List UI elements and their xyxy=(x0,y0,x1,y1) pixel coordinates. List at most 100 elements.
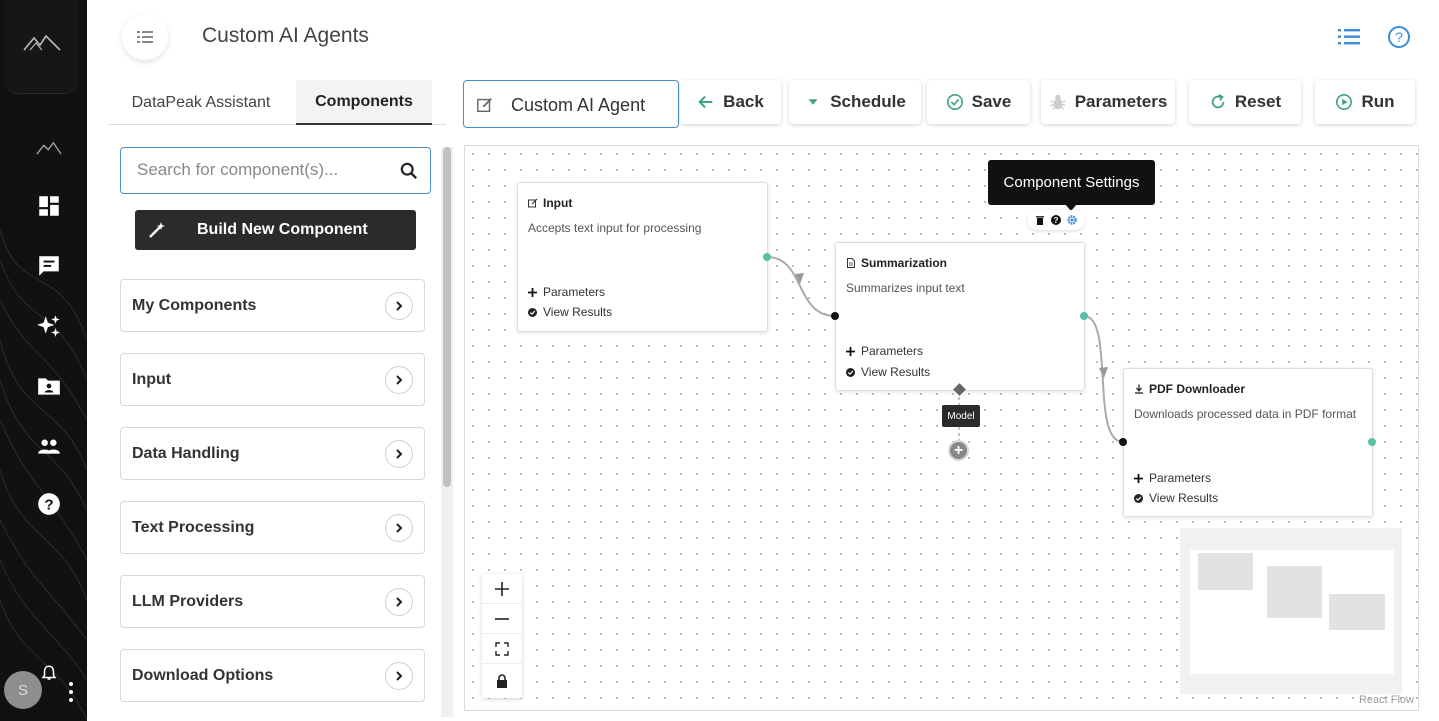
react-flow-attribution[interactable]: React Flow xyxy=(1359,694,1414,706)
lock-button[interactable] xyxy=(482,666,522,696)
category-text-processing[interactable]: Text Processing xyxy=(120,501,425,554)
trash-icon[interactable] xyxy=(1035,215,1045,225)
chevron-right-icon[interactable] xyxy=(385,588,413,616)
node-view-results-link[interactable]: View Results xyxy=(528,305,612,319)
category-label: Text Processing xyxy=(132,519,255,536)
node-description: Summarizes input text xyxy=(846,281,965,295)
help-icon[interactable]: ? xyxy=(1051,215,1061,225)
node-parameters-link[interactable]: Parameters xyxy=(528,285,605,299)
category-data-handling[interactable]: Data Handling xyxy=(120,427,425,480)
zoom-in-button[interactable] xyxy=(482,574,522,604)
mountain-icon[interactable] xyxy=(26,130,72,166)
agent-name-field[interactable]: Custom AI Agent xyxy=(463,80,679,128)
parameters-label: Parameters xyxy=(861,344,924,358)
category-label: Download Options xyxy=(132,667,274,684)
category-input[interactable]: Input xyxy=(120,353,425,406)
node-input[interactable]: Input Accepts text input for processing … xyxy=(517,182,768,332)
plus-icon xyxy=(846,346,855,356)
more-vertical-icon[interactable] xyxy=(66,680,76,704)
canvas-controls xyxy=(482,574,522,698)
category-my-components[interactable]: My Components xyxy=(120,279,425,332)
plus-icon xyxy=(495,581,509,596)
chevron-right-icon[interactable] xyxy=(385,514,413,542)
chevron-right-icon[interactable] xyxy=(385,662,413,690)
plus-icon xyxy=(1134,473,1143,483)
node-title-text: Summarization xyxy=(861,256,948,270)
reset-button[interactable]: Reset xyxy=(1189,80,1301,124)
logo-container[interactable] xyxy=(4,0,78,94)
node-summarization[interactable]: Summarization Summarizes input text Para… xyxy=(835,242,1085,391)
node-description: Downloads processed data in PDF format xyxy=(1134,407,1357,421)
menu-toggle-button[interactable] xyxy=(122,14,168,60)
build-new-component-button[interactable]: Build New Component xyxy=(135,210,416,250)
chevron-right-icon[interactable] xyxy=(385,292,413,320)
schedule-button[interactable]: Schedule xyxy=(789,80,921,124)
edit-icon xyxy=(528,198,538,208)
wave-background xyxy=(0,229,87,721)
caret-down-icon xyxy=(808,99,818,105)
panel-scrollbar[interactable] xyxy=(441,147,453,717)
node-view-results-link[interactable]: View Results xyxy=(846,365,930,379)
sparkles-icon[interactable] xyxy=(26,308,72,344)
flow-canvas[interactable]: Input Accepts text input for processing … xyxy=(464,145,1419,711)
chat-icon[interactable] xyxy=(26,248,72,284)
input-handle[interactable] xyxy=(1119,438,1127,446)
mountain-logo-icon xyxy=(23,34,61,51)
back-label: Back xyxy=(723,92,764,111)
chevron-right-icon[interactable] xyxy=(385,440,413,468)
tab-datapeak-assistant[interactable]: DataPeak Assistant xyxy=(108,80,294,125)
category-llm-providers[interactable]: LLM Providers xyxy=(120,575,425,628)
scrollbar-thumb[interactable] xyxy=(443,147,451,487)
node-description: Accepts text input for processing xyxy=(528,221,702,235)
bell-icon[interactable] xyxy=(40,664,58,682)
gear-icon[interactable] xyxy=(1067,215,1077,225)
minimap[interactable] xyxy=(1180,528,1402,694)
list-icon xyxy=(137,31,153,43)
category-download-options[interactable]: Download Options xyxy=(120,649,425,702)
avatar[interactable]: S xyxy=(4,671,42,709)
output-handle[interactable] xyxy=(1368,438,1376,446)
node-view-results-link[interactable]: View Results xyxy=(1134,491,1218,505)
chevron-right-icon[interactable] xyxy=(385,366,413,394)
check-circle-icon xyxy=(528,307,537,317)
tab-components[interactable]: Components xyxy=(296,80,432,125)
minimap-node xyxy=(1267,566,1322,618)
contact-folder-icon[interactable] xyxy=(26,368,72,404)
node-parameters-link[interactable]: Parameters xyxy=(846,344,923,358)
component-search xyxy=(120,147,431,194)
svg-text:?: ? xyxy=(1395,29,1403,45)
magic-wand-icon xyxy=(149,222,165,238)
node-pdf-downloader[interactable]: PDF Downloader Downloads processed data … xyxy=(1123,368,1373,517)
dashboard-icon[interactable] xyxy=(26,188,72,224)
node-parameters-link[interactable]: Parameters xyxy=(1134,471,1211,485)
svg-text:?: ? xyxy=(44,496,53,513)
svg-text:?: ? xyxy=(1054,216,1059,225)
output-handle[interactable] xyxy=(1080,312,1088,320)
node-title: PDF Downloader xyxy=(1134,382,1245,396)
output-handle[interactable] xyxy=(763,253,771,261)
parameters-button[interactable]: Parameters xyxy=(1041,80,1175,124)
node-toolbar: ? xyxy=(1027,210,1085,230)
search-icon[interactable] xyxy=(400,162,418,180)
node-title-text: Input xyxy=(543,196,573,210)
help-circle-icon[interactable]: ? xyxy=(1386,24,1412,50)
back-button[interactable]: Back xyxy=(680,80,781,124)
save-button[interactable]: Save xyxy=(927,80,1030,124)
category-label: LLM Providers xyxy=(132,593,244,610)
help-icon[interactable]: ? xyxy=(26,486,72,522)
list-view-icon[interactable] xyxy=(1336,24,1362,50)
parameters-label: Parameters xyxy=(543,285,606,299)
lock-icon xyxy=(497,674,507,688)
arrow-left-icon xyxy=(698,95,713,109)
add-model-button[interactable]: + xyxy=(948,440,969,461)
fit-view-button[interactable] xyxy=(482,634,522,664)
run-button[interactable]: Run xyxy=(1315,80,1415,124)
edge-input-summarization xyxy=(766,256,836,317)
minus-icon xyxy=(495,617,509,620)
check-circle-icon xyxy=(946,93,963,111)
input-handle[interactable] xyxy=(831,312,839,320)
zoom-out-button[interactable] xyxy=(482,604,522,634)
node-title: Summarization xyxy=(846,256,947,270)
search-input[interactable] xyxy=(137,160,387,180)
people-icon[interactable] xyxy=(26,428,72,464)
